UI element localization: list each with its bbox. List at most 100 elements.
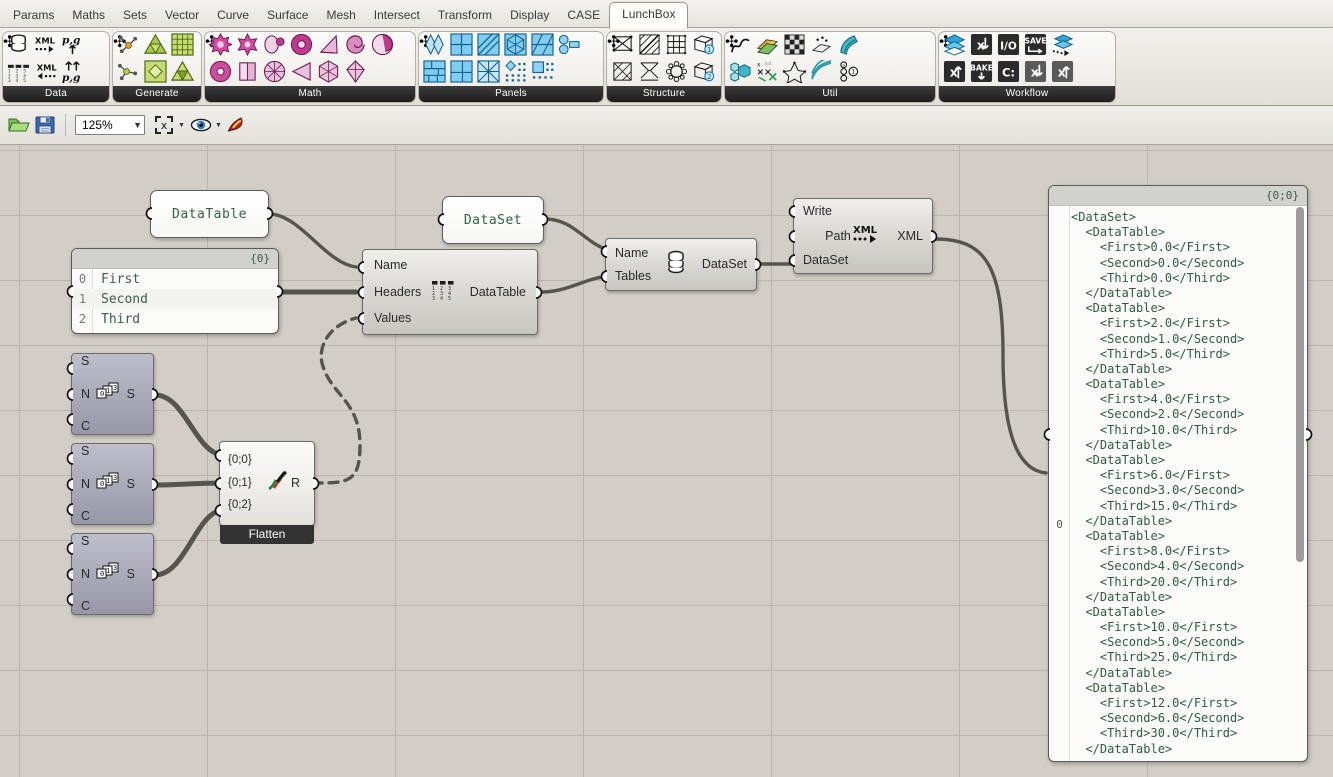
star6-surface-icon[interactable] — [236, 33, 261, 58]
table-numbers-icon[interactable]: 123234345 — [7, 60, 32, 85]
ring-icon[interactable] — [209, 60, 234, 85]
star-net-icon[interactable] — [783, 60, 808, 85]
menu-tab-maths[interactable]: Maths — [63, 4, 114, 28]
point-xyz-icon[interactable]: x list — [756, 60, 781, 85]
input-port[interactable] — [436, 213, 447, 226]
mesh-quad-icon[interactable] — [665, 33, 690, 58]
wave-icon[interactable] — [810, 60, 835, 85]
node-merge[interactable]: {0;0} {0;1} {0;2} R Flatten — [214, 441, 320, 544]
diagonal-panel-icon[interactable] — [477, 33, 502, 58]
unroll-icon[interactable] — [837, 33, 862, 58]
input-port-c[interactable] — [65, 593, 76, 606]
mesh-diagrid-icon[interactable] — [638, 33, 663, 58]
input-port-c[interactable] — [65, 413, 76, 426]
diamond-panel-icon[interactable] — [144, 60, 169, 85]
menu-tab-transform[interactable]: Transform — [429, 4, 501, 28]
bake-icon[interactable]: BAKE — [970, 60, 995, 85]
menu-tab-sets[interactable]: Sets — [114, 4, 156, 28]
bake-icon[interactable] — [225, 112, 251, 138]
torus-icon[interactable] — [290, 33, 315, 58]
menu-tab-case[interactable]: CASE — [558, 4, 609, 28]
spiral-icon[interactable] — [344, 33, 369, 58]
input-port-name[interactable] — [599, 245, 610, 258]
node-series-1[interactable]: S N C 310 S — [66, 353, 159, 435]
box-morph-icon[interactable] — [729, 60, 754, 85]
xml-panel-output-port[interactable] — [1303, 428, 1314, 441]
point-graph2-icon[interactable] — [117, 60, 142, 85]
io-icon[interactable]: I/O — [997, 33, 1022, 58]
output-port[interactable] — [539, 213, 550, 226]
mesh-box1-icon[interactable]: 1 — [692, 33, 717, 58]
input-port-write[interactable] — [787, 205, 798, 218]
pg-updown-icon[interactable]: p,g — [61, 60, 86, 85]
preview-eye-icon[interactable] — [188, 112, 214, 138]
menu-tab-display[interactable]: Display — [501, 4, 558, 28]
triangle-panel-icon[interactable] — [144, 33, 169, 58]
input-port-path[interactable] — [787, 230, 798, 243]
hex-panel-icon[interactable] — [504, 33, 529, 58]
input-port-s[interactable] — [65, 542, 76, 555]
output-port-r[interactable] — [310, 477, 321, 490]
tri-panel-icon[interactable] — [531, 33, 556, 58]
input-port-n[interactable] — [65, 478, 76, 491]
output-port[interactable] — [264, 207, 275, 220]
xml-panel-scrollbar[interactable] — [1296, 207, 1304, 562]
input-port-0[interactable] — [213, 449, 224, 462]
excel-down-icon[interactable]: x — [970, 33, 995, 58]
gradient-surface-icon[interactable] — [756, 33, 781, 58]
menu-tab-vector[interactable]: Vector — [156, 4, 208, 28]
zoom-level-select[interactable]: 125% ▼ — [75, 115, 145, 135]
checker-icon[interactable] — [783, 33, 808, 58]
layers-icon[interactable] — [943, 33, 968, 58]
output-port-datatable[interactable] — [533, 286, 544, 299]
cone-surface-icon[interactable] — [317, 33, 342, 58]
node-xml-panel[interactable]: {0;0} 0 <DataSet> <DataTable> <First>0.0… — [1048, 185, 1308, 762]
quad-grid-icon[interactable] — [171, 33, 196, 58]
curve-icon[interactable] — [729, 33, 754, 58]
xml-panel-input-port[interactable] — [1042, 428, 1053, 441]
node-construct-datatable[interactable]: Name Headers Values 123 234 345 DataTabl… — [357, 249, 543, 335]
input-port-n[interactable] — [65, 388, 76, 401]
node-list-panel[interactable]: {0} 0 First 1 Second 2 Third — [71, 248, 279, 334]
cylinder-icon[interactable] — [236, 60, 261, 85]
tear-surface-icon[interactable] — [263, 33, 288, 58]
open-file-icon[interactable] — [6, 112, 32, 138]
input-port-n[interactable] — [65, 568, 76, 581]
excel-down2-icon[interactable]: x — [1024, 60, 1049, 85]
cross-panel-icon[interactable] — [477, 60, 502, 85]
list-item[interactable]: 1 Second — [72, 289, 278, 309]
hex-cell-icon[interactable] — [317, 60, 342, 85]
dots-plane-icon[interactable] — [810, 33, 835, 58]
node-datatable-param[interactable]: DataTable — [145, 190, 274, 238]
point-graph-icon[interactable] — [117, 33, 142, 58]
mesh-frame-icon[interactable] — [611, 33, 636, 58]
menu-tab-mesh[interactable]: Mesh — [317, 4, 364, 28]
output-port-dataset[interactable] — [752, 258, 763, 271]
list-item[interactable]: 2 Third — [72, 309, 278, 329]
save-file-icon[interactable] — [32, 112, 58, 138]
zoom-extents-icon[interactable]: x — [151, 112, 177, 138]
menu-tab-params[interactable]: Params — [4, 4, 63, 28]
input-port-c[interactable] — [65, 503, 76, 516]
brick-panel-icon[interactable] — [423, 60, 448, 85]
shell-icon[interactable] — [371, 33, 396, 58]
menu-tab-surface[interactable]: Surface — [258, 4, 317, 28]
pg-up-icon[interactable]: p,g — [61, 33, 86, 58]
diamond-pair-icon[interactable] — [423, 33, 448, 58]
menu-tab-lunchbox[interactable]: LunchBox — [609, 2, 689, 29]
csv-icon[interactable]: C: — [997, 60, 1022, 85]
input-port-tables[interactable] — [599, 270, 610, 283]
mesh-box2-icon[interactable]: 2 — [692, 60, 717, 85]
node-construct-dataset[interactable]: Name Tables DataSet — [600, 238, 762, 291]
wedge-icon[interactable] — [290, 60, 315, 85]
preview-dropdown-icon[interactable]: ▼ — [215, 122, 222, 129]
input-port-2[interactable] — [213, 504, 224, 517]
input-port-s[interactable] — [65, 452, 76, 465]
diamond-cell-icon[interactable] — [344, 60, 369, 85]
input-port-1[interactable] — [213, 477, 224, 490]
node-series-2[interactable]: S N C 310 S — [66, 443, 159, 525]
node-series-3[interactable]: S N C 310 S — [66, 533, 159, 615]
input-port-s[interactable] — [65, 362, 76, 375]
save-arrow-icon[interactable]: SAVE — [1024, 33, 1049, 58]
triangle-sub-icon[interactable] — [171, 60, 196, 85]
